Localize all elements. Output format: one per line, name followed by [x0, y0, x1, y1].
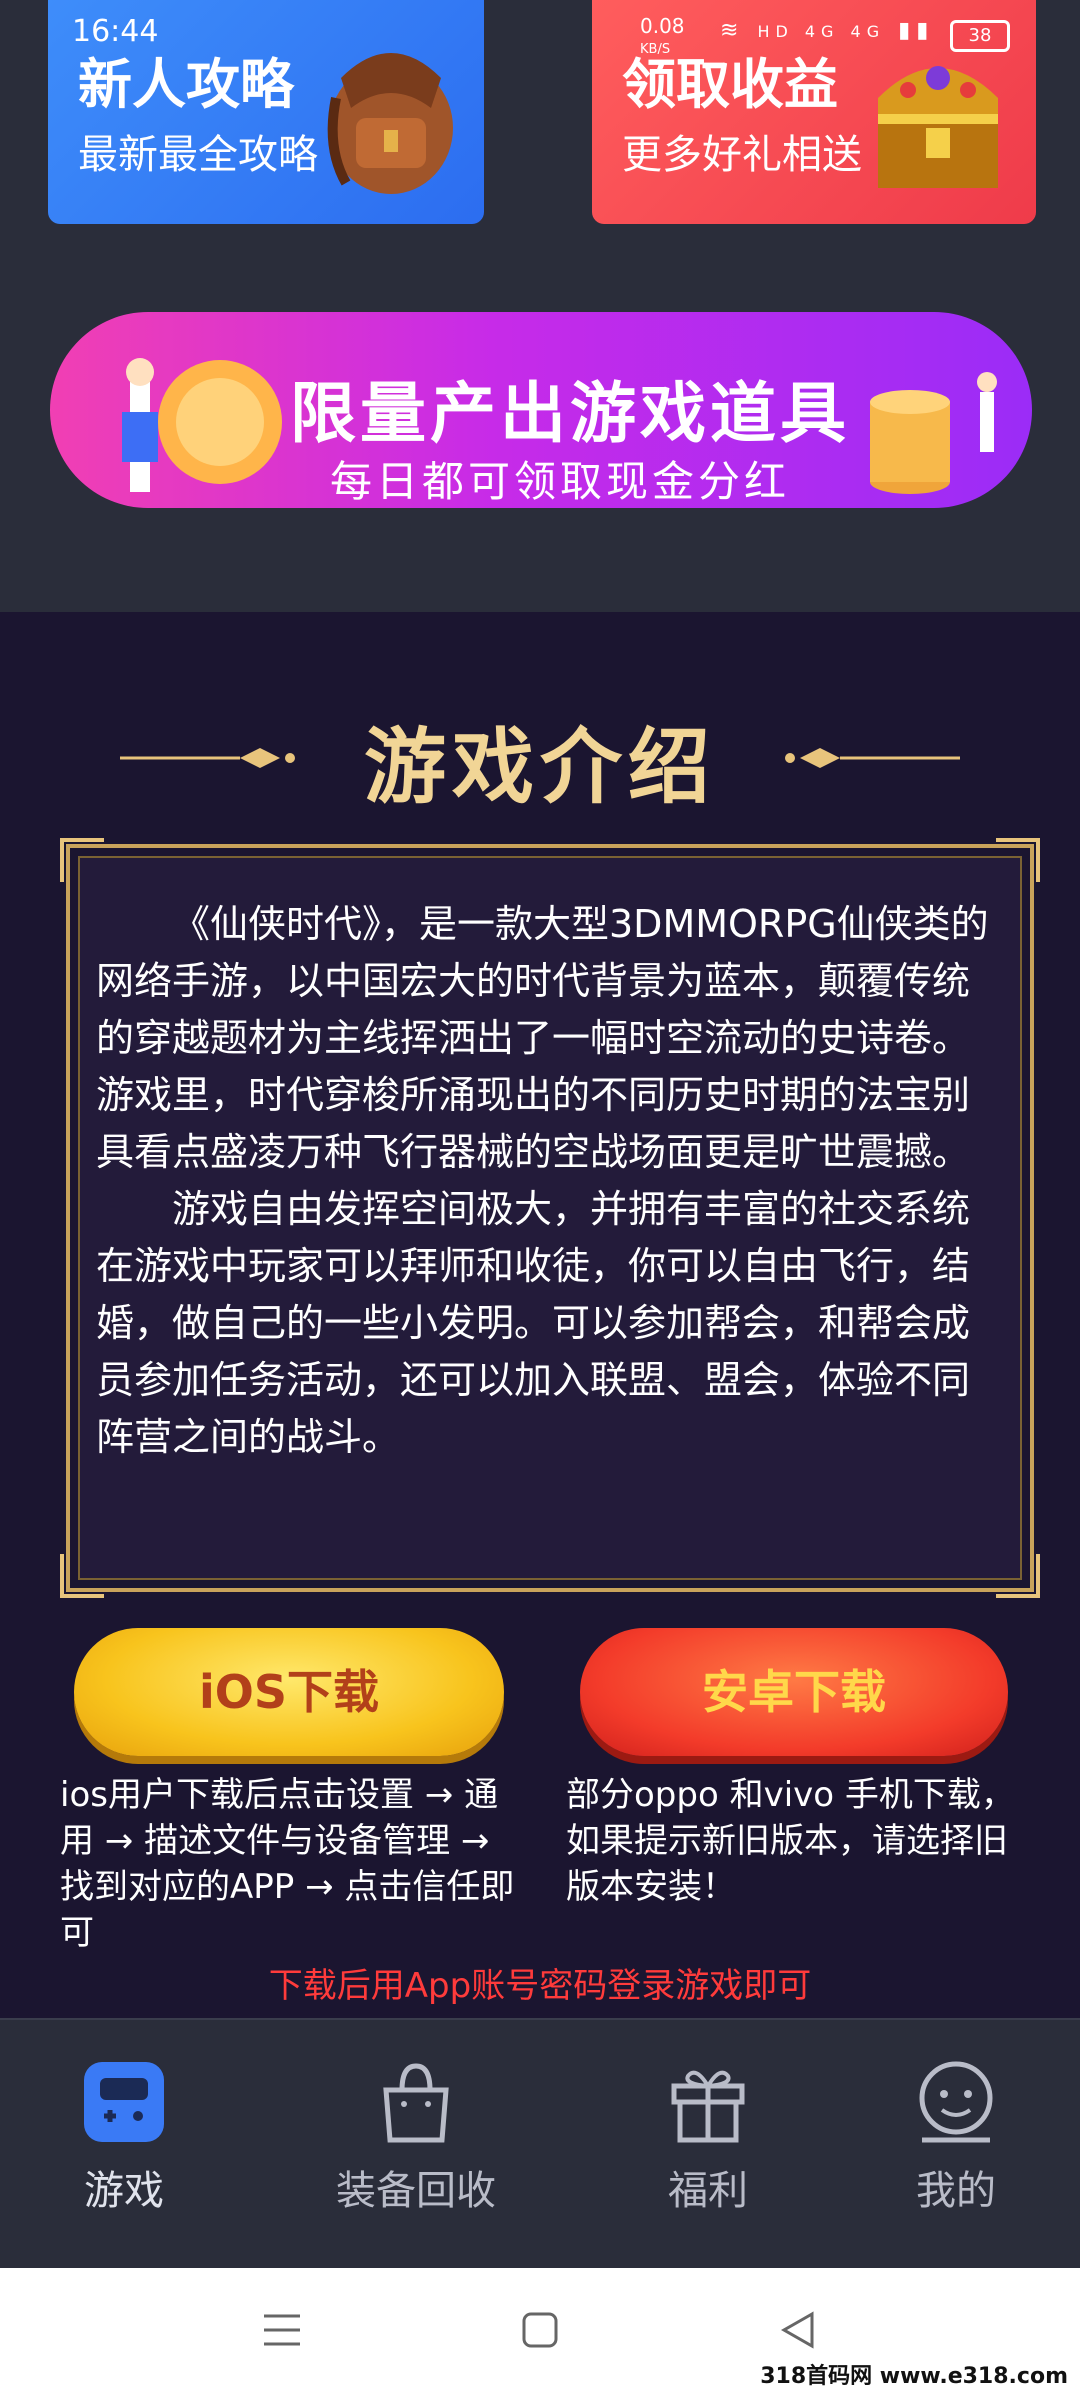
status-time: 16:44 [72, 14, 159, 49]
watermark: 318首码网 www.e318.com [760, 2364, 1068, 2389]
section-title: 游戏介绍 [363, 719, 716, 815]
smiley-icon [919, 2061, 993, 2143]
section-heading: 游戏介绍 [0, 700, 1080, 819]
login-tip: 下载后用App账号密码登录游戏即可 [268, 1966, 812, 2006]
nav-item-mine[interactable]: 我的 [856, 2060, 1056, 2216]
nav-label: 装备回收 [336, 2168, 496, 2214]
frame-corner-bottom-left [60, 1554, 104, 1598]
network-speed-unit: KB/S [640, 42, 671, 57]
nav-label: 福利 [668, 2168, 748, 2214]
coin-stack-illustration [870, 372, 997, 494]
coin-illustration [122, 358, 282, 492]
banner-subtitle: 每日都可领取现金分红 [330, 457, 791, 506]
ios-download-button[interactable]: iOS下载 [74, 1628, 504, 1756]
description-paragraph: 游戏自由发挥空间极大，并拥有丰富的社交系统在游戏中玩家可以拜师和收徒，你可以自由… [96, 1187, 971, 1459]
nav-item-welfare[interactable]: 福利 [608, 2060, 808, 2216]
signal-labels: HD 4G 4G [757, 22, 886, 41]
nav-label: 我的 [916, 2168, 996, 2214]
home-icon[interactable] [520, 2310, 560, 2350]
system-nav-bar: 318首码网 www.e318.com [0, 2268, 1080, 2400]
left-ornament-icon [120, 748, 295, 768]
right-ornament-icon [785, 748, 960, 768]
ios-install-note: ios用户下载后点击设置 → 通用 → 描述文件与设备管理 → 找到对应的APP… [60, 1775, 515, 1953]
rewards-card-subtitle: 更多好礼相送 [622, 132, 862, 178]
battery-icon: 38 [950, 20, 1010, 52]
banner-title: 限量产出游戏道具 [290, 375, 850, 452]
bag-icon [383, 2063, 449, 2143]
promo-banner[interactable]: 限量产出游戏道具 每日都可领取现金分红 [50, 312, 1032, 508]
frame-corner-bottom-right [996, 1554, 1040, 1598]
bottom-nav: 游戏 装备回收 福利 我的 [0, 2018, 1080, 2270]
network-speed: 0.08 KB/S [640, 16, 685, 60]
description-paragraph: 《仙侠时代》，是一款大型3DMMORPG仙侠类的网络手游，以中国宏大的时代背景为… [96, 902, 989, 1174]
gift-icon [671, 2070, 745, 2143]
gamepad-icon [84, 2062, 164, 2142]
frame-corner-top-left [60, 838, 104, 882]
android-install-note: 部分oppo 和vivo 手机下载，如果提示新旧版本，请选择旧版本安装！ [566, 1775, 1015, 1907]
nav-item-equipment-recycle[interactable]: 装备回收 [316, 2060, 516, 2216]
android-download-button[interactable]: 安卓下载 [580, 1628, 1008, 1756]
description-frame: 《仙侠时代》，是一款大型3DMMORPG仙侠类的网络手游，以中国宏大的时代背景为… [60, 838, 1040, 1598]
signal-bars-icon: ▮▮ [898, 18, 935, 43]
battery-level: 38 [968, 25, 992, 46]
back-icon[interactable] [778, 2310, 818, 2350]
nav-label: 游戏 [84, 2168, 164, 2214]
network-speed-value: 0.08 [640, 14, 685, 38]
signal-indicators: ≋ HD 4G 4G ▮▮ [720, 18, 934, 43]
wifi-icon: ≋ [720, 18, 745, 43]
menu-icon[interactable] [262, 2310, 302, 2350]
game-description: 《仙侠时代》，是一款大型3DMMORPG仙侠类的网络手游，以中国宏大的时代背景为… [96, 896, 1006, 1466]
nav-item-game[interactable]: 游戏 [24, 2060, 224, 2216]
frame-corner-top-right [996, 838, 1040, 882]
guide-card-subtitle: 最新最全攻略 [78, 132, 318, 178]
game-intro-panel: 游戏介绍 《仙侠时代》，是一款大型3DMMORPG仙侠类的网络手游，以中国宏大的… [0, 612, 1080, 2018]
status-bar: 16:44 0.08 KB/S ≋ HD 4G 4G ▮▮ 38 [0, 0, 1080, 57]
